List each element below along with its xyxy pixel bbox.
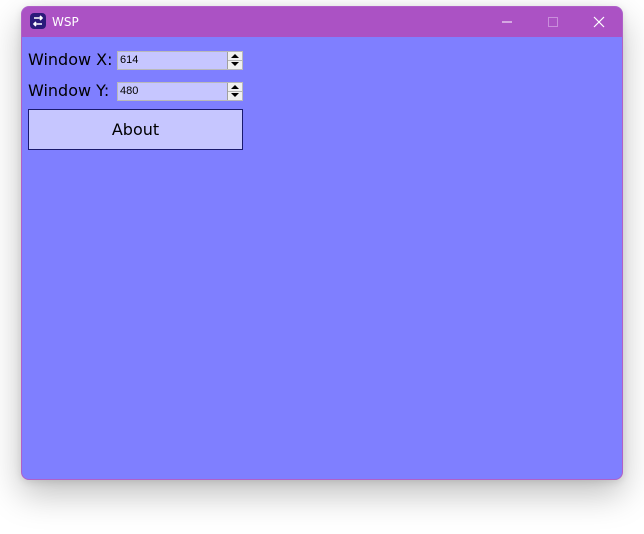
window-x-value[interactable]: 614 bbox=[120, 54, 138, 67]
window-y-label: Window Y: bbox=[28, 81, 110, 100]
app-window: WSP Window X: 614 Window Y: 480 About bbox=[21, 6, 623, 480]
arrow-down-icon bbox=[231, 93, 239, 97]
window-y-spin-arrows bbox=[227, 83, 242, 100]
window-x-decrement-button[interactable] bbox=[228, 60, 242, 68]
window-x-label: Window X: bbox=[28, 50, 113, 69]
minimize-button[interactable] bbox=[484, 7, 530, 37]
window-x-spin-arrows bbox=[227, 52, 242, 69]
arrow-down-icon bbox=[231, 62, 239, 66]
close-button[interactable] bbox=[576, 7, 622, 37]
maximize-button[interactable] bbox=[530, 7, 576, 37]
window-title: WSP bbox=[52, 15, 79, 29]
window-x-spinbox[interactable]: 614 bbox=[117, 51, 243, 70]
arrow-up-icon bbox=[231, 85, 239, 89]
title-bar[interactable]: WSP bbox=[22, 7, 622, 37]
close-icon bbox=[593, 16, 605, 28]
window-y-spinbox[interactable]: 480 bbox=[117, 82, 243, 101]
swap-arrows-icon bbox=[30, 13, 46, 29]
window-y-decrement-button[interactable] bbox=[228, 91, 242, 99]
window-y-value[interactable]: 480 bbox=[120, 85, 138, 98]
minimize-icon bbox=[502, 21, 512, 23]
about-button[interactable]: About bbox=[28, 109, 243, 150]
maximize-icon bbox=[548, 17, 558, 27]
arrow-up-icon bbox=[231, 54, 239, 58]
